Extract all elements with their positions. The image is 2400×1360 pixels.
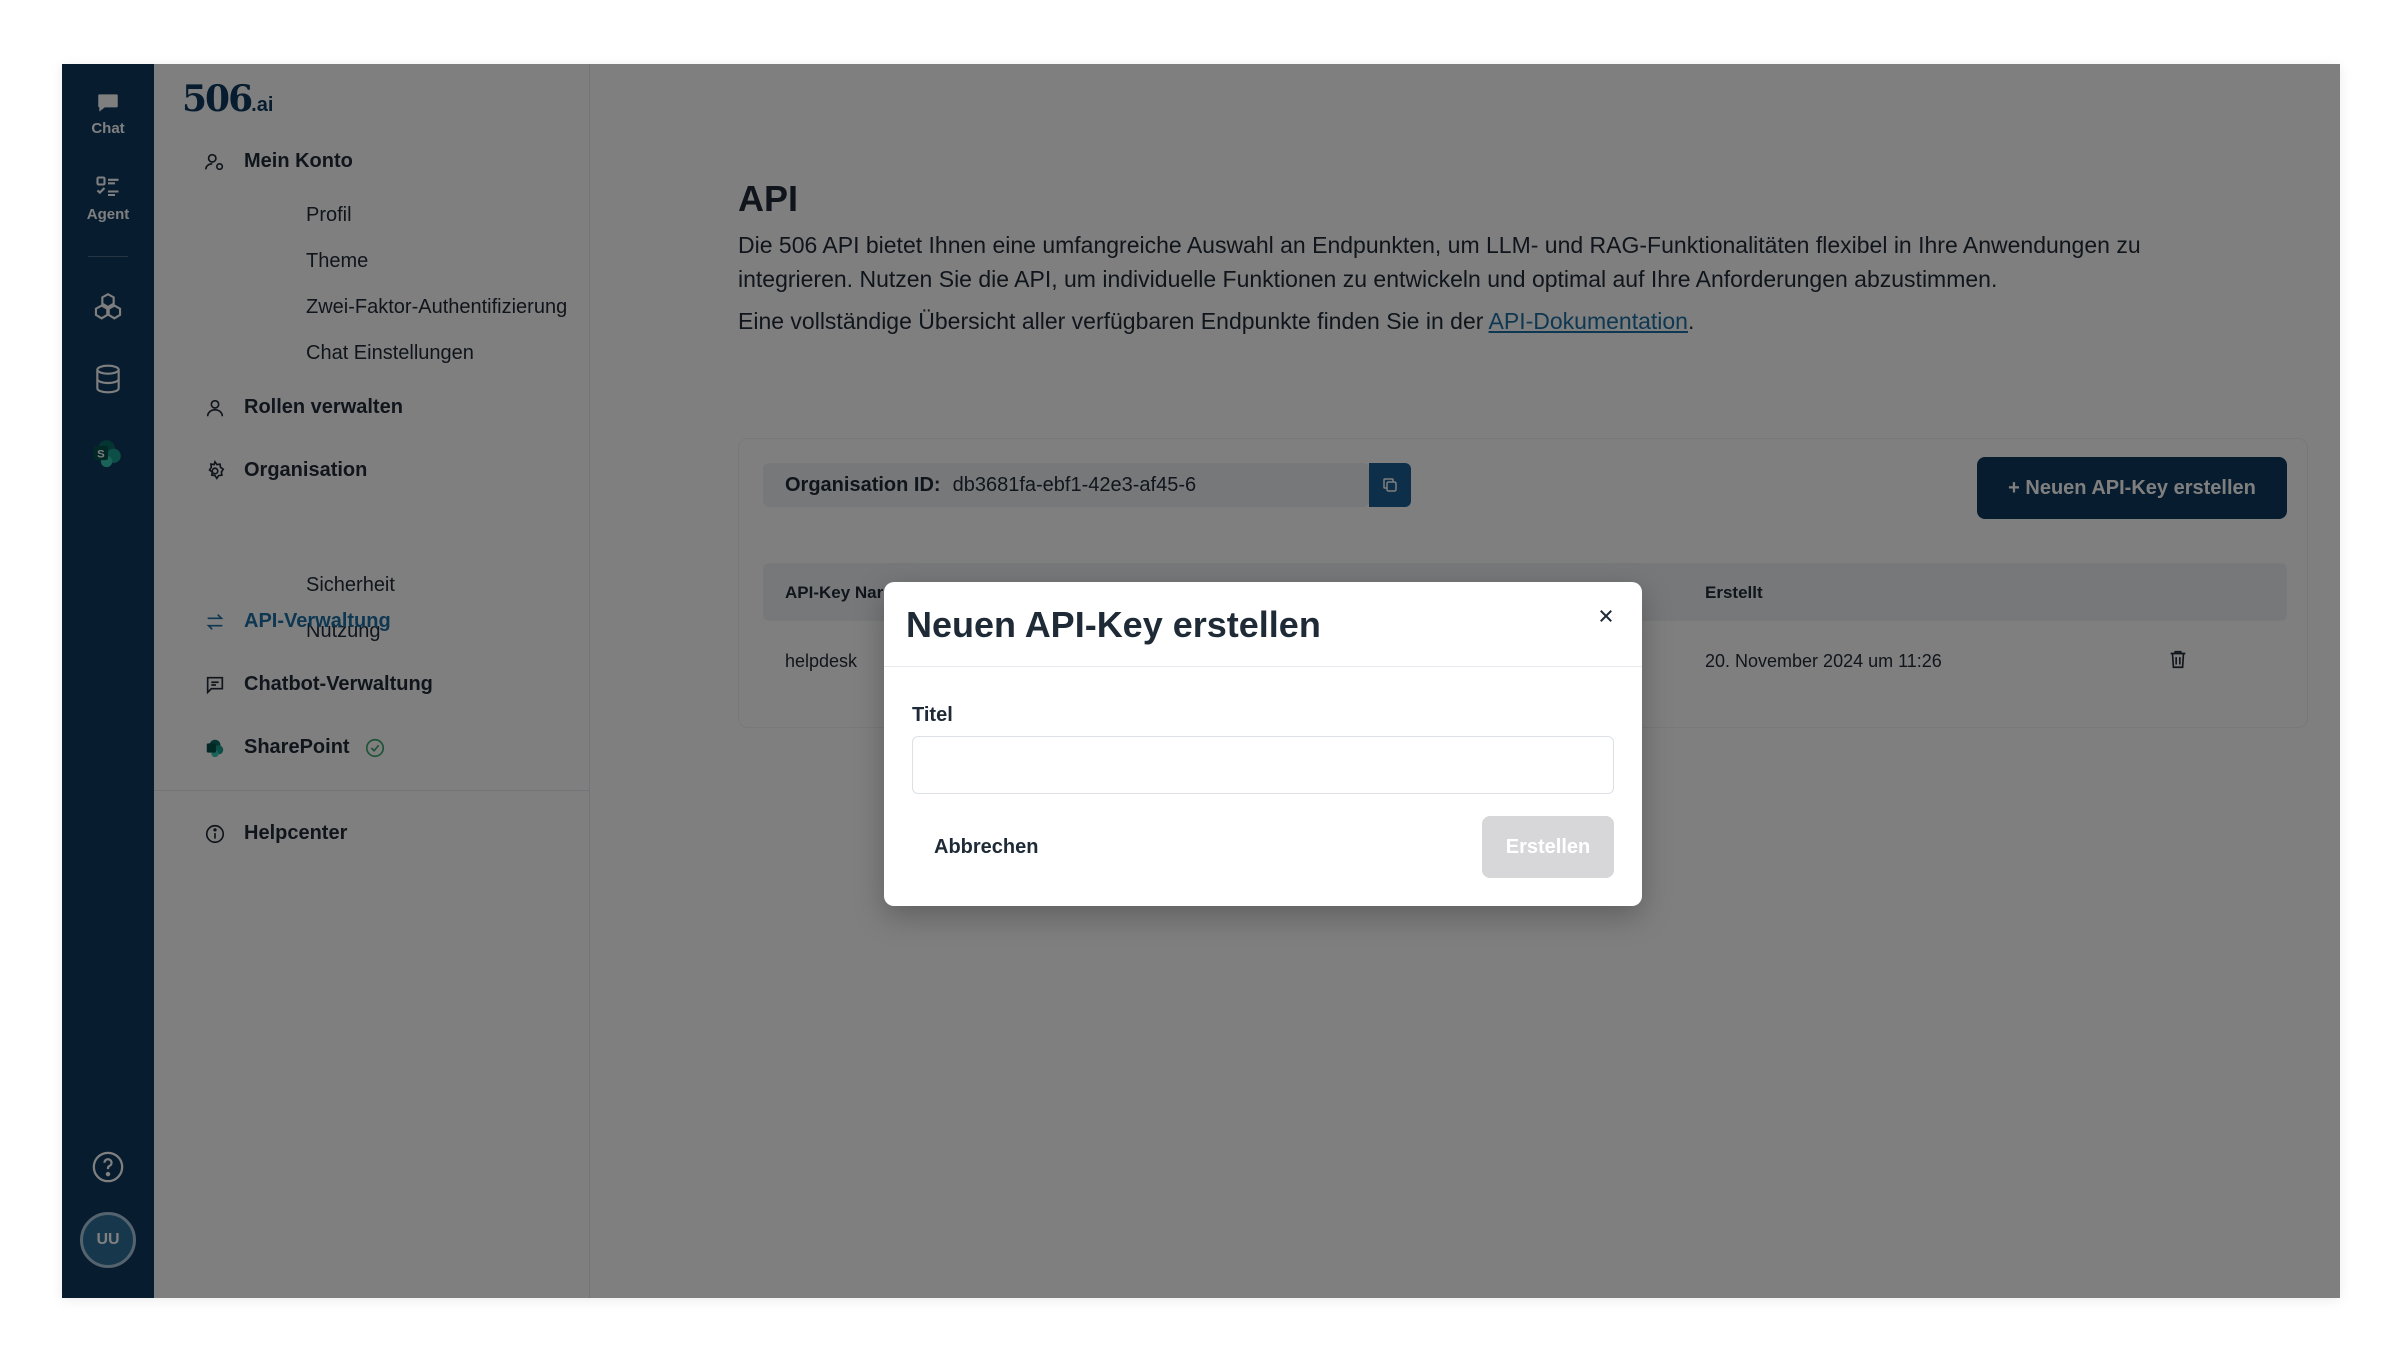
titel-input[interactable] <box>912 736 1614 794</box>
close-icon[interactable] <box>1592 602 1620 630</box>
dialog-divider <box>884 666 1642 667</box>
create-api-key-dialog: Neuen API-Key erstellen Titel Abbrechen … <box>884 582 1642 906</box>
dialog-title: Neuen API-Key erstellen <box>906 604 1321 645</box>
app-window: Chat Agent S UU 506.ai Mein Konto Profil… <box>62 64 2340 1298</box>
create-button[interactable]: Erstellen <box>1482 816 1614 878</box>
cancel-button[interactable]: Abbrechen <box>912 816 1062 878</box>
titel-label: Titel <box>912 704 953 726</box>
